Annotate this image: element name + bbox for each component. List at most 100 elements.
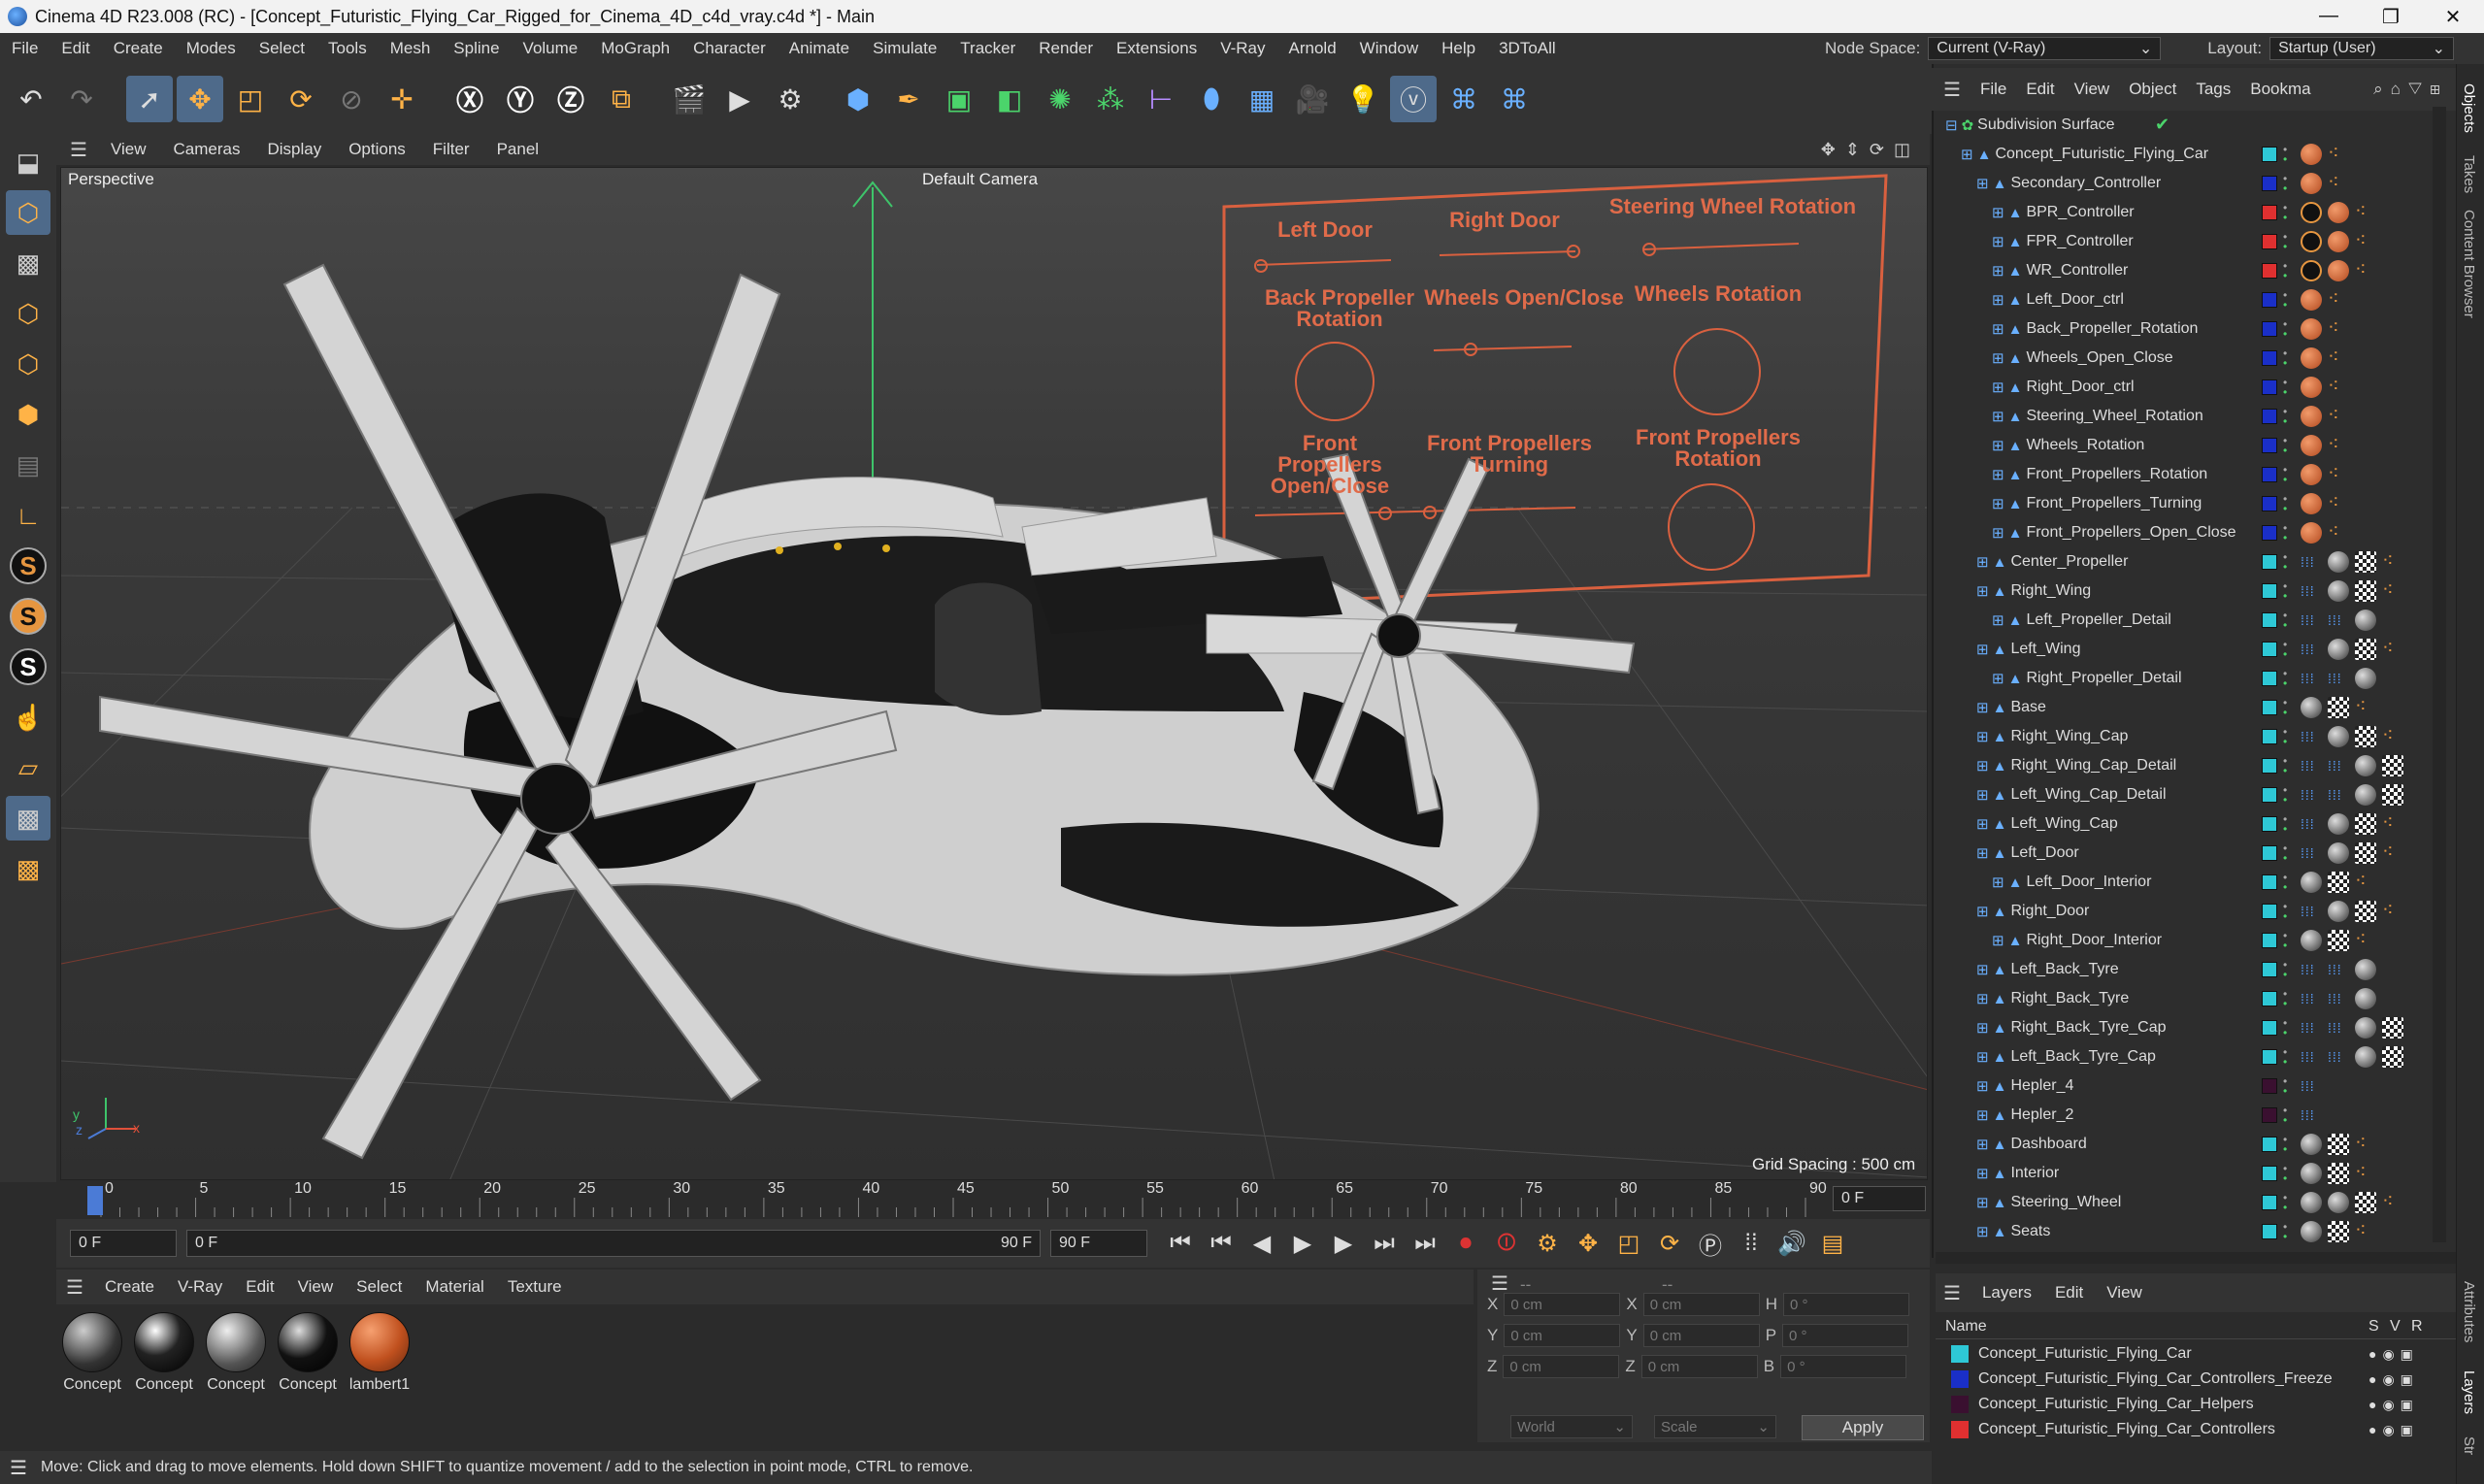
selection-tag-icon[interactable]: ⁖: [2382, 580, 2403, 602]
layer-color-swatch[interactable]: [2262, 379, 2277, 395]
visibility-dots-icon[interactable]: • •: [2283, 1075, 2293, 1097]
material-tag-icon[interactable]: [2301, 493, 2322, 514]
object-row[interactable]: ⊞ ▲ Wheels_Open_Close • • ⁖: [1936, 344, 2450, 373]
layer-color-swatch[interactable]: [2262, 554, 2277, 570]
layer-color-swatch[interactable]: [2262, 525, 2277, 541]
object-row[interactable]: ⊞ ▲ Right_Wing_Cap_Detail • • ⁞⁞⁞ ⁞⁞⁞: [1936, 751, 2450, 780]
hamburger-icon[interactable]: ☰: [56, 138, 97, 162]
edge-mode-icon[interactable]: ⬡: [6, 342, 50, 386]
viewport-menu-panel[interactable]: Panel: [483, 140, 552, 159]
uvw-tag-icon[interactable]: [2355, 813, 2376, 835]
phong-tag-icon[interactable]: ⁞⁞⁞: [2301, 580, 2322, 602]
material-tag-icon[interactable]: [2355, 668, 2376, 689]
layer-color-swatch[interactable]: [2262, 758, 2277, 774]
material-tag-icon[interactable]: [2301, 347, 2322, 369]
selection-tag-icon[interactable]: ⁖: [2328, 144, 2349, 165]
selection-tag-icon[interactable]: ⁖: [2355, 260, 2376, 281]
phong-tag-icon[interactable]: ⁞⁞⁞: [2328, 988, 2349, 1009]
material-tag-icon[interactable]: [2328, 202, 2349, 223]
layer-color-swatch[interactable]: [2262, 816, 2277, 832]
material-item[interactable]: Concept: [58, 1312, 126, 1394]
tree-branch-icon[interactable]: ⊞: [1992, 233, 2004, 250]
extrude-icon[interactable]: ◧: [986, 76, 1033, 122]
coordinate-system-icon[interactable]: ⧉: [598, 76, 645, 122]
uvw-tag-icon[interactable]: [2328, 697, 2349, 718]
selection-tag-icon[interactable]: ⁖: [2382, 901, 2403, 922]
apply-button[interactable]: Apply: [1802, 1415, 1924, 1440]
layer-menu-layers[interactable]: Layers: [1971, 1283, 2043, 1303]
tree-branch-icon[interactable]: ⊞: [1976, 757, 1989, 775]
layer-color-swatch[interactable]: [1951, 1421, 1969, 1438]
menu-3dtoall[interactable]: 3DToAll: [1487, 39, 1568, 58]
selection-tag-icon[interactable]: ⁖: [2355, 872, 2376, 893]
menu-volume[interactable]: Volume: [512, 39, 590, 58]
camera-icon[interactable]: 🎥: [1289, 76, 1336, 122]
menu-character[interactable]: Character: [681, 39, 778, 58]
selection-tag-icon[interactable]: ⁖: [2355, 1134, 2376, 1155]
phong-tag-icon[interactable]: ⁞⁞⁞: [2301, 901, 2322, 922]
menu-edit[interactable]: Edit: [50, 39, 101, 58]
tab-layers[interactable]: Layers: [2461, 1370, 2477, 1414]
visibility-dots-icon[interactable]: • •: [2283, 610, 2293, 631]
visibility-dots-icon[interactable]: • •: [2283, 639, 2293, 660]
visibility-dots-icon[interactable]: • •: [2283, 726, 2293, 747]
tree-branch-icon[interactable]: ⊞: [1976, 990, 1989, 1007]
tab-takes[interactable]: Takes: [2461, 155, 2477, 193]
material-tag-icon[interactable]: [2328, 551, 2349, 573]
selection-tag-icon[interactable]: ⁖: [2328, 289, 2349, 311]
previous-key-icon[interactable]: ⏮: [1204, 1226, 1239, 1261]
visibility-dots-icon[interactable]: • •: [2283, 1192, 2293, 1213]
menu-mograph[interactable]: MoGraph: [589, 39, 681, 58]
visibility-dots-icon[interactable]: • •: [2283, 1046, 2293, 1068]
phong-tag-icon[interactable]: ⁞⁞⁞: [2301, 784, 2322, 806]
sound-icon[interactable]: 🔊: [1774, 1226, 1809, 1261]
x-axis-icon[interactable]: Ⓧ: [447, 76, 493, 122]
phong-tag-icon[interactable]: ⁞⁞⁞: [2328, 784, 2349, 806]
uvw-tag-icon[interactable]: [2355, 580, 2376, 602]
uvw-tag-icon[interactable]: [2355, 639, 2376, 660]
end-frame-field[interactable]: 90 F: [1050, 1230, 1147, 1257]
tree-branch-icon[interactable]: ⊞: [1976, 641, 1989, 658]
size-y-field[interactable]: 0 cm: [1642, 1324, 1760, 1347]
visibility-dots-icon[interactable]: • •: [2283, 464, 2293, 485]
keyframe-selection-icon[interactable]: ⚙: [1530, 1226, 1565, 1261]
tree-branch-icon[interactable]: ⊞: [1992, 379, 2004, 396]
phong-tag-icon[interactable]: ⁞⁞⁞: [2301, 639, 2322, 660]
menu-simulate[interactable]: Simulate: [861, 39, 948, 58]
obj-menu-view[interactable]: View: [2065, 80, 2120, 99]
layer-color-swatch[interactable]: [2262, 467, 2277, 482]
layer-color-swatch[interactable]: [2262, 642, 2277, 657]
phong-tag-icon[interactable]: ⁞⁞⁞: [2301, 1046, 2322, 1068]
tree-branch-icon[interactable]: ⊞: [1992, 262, 2004, 280]
layer-color-swatch[interactable]: [2262, 1195, 2277, 1210]
material-tag-icon[interactable]: [2328, 639, 2349, 660]
tree-branch-icon[interactable]: ⊞: [1976, 1165, 1989, 1182]
go-to-end-icon[interactable]: ⏭: [1408, 1226, 1442, 1261]
position-x-field[interactable]: 0 cm: [1504, 1293, 1621, 1316]
layer-toggle-icons[interactable]: ●◉▣: [2368, 1371, 2419, 1388]
key-rotation-icon[interactable]: ⟳: [1652, 1226, 1687, 1261]
mat-menu-texture[interactable]: Texture: [496, 1277, 574, 1297]
hamburger-icon[interactable]: ☰: [1936, 1281, 1971, 1305]
point-mode-icon[interactable]: ⬡: [6, 291, 50, 336]
object-row[interactable]: ⊞ ▲ FPR_Controller • • ⁖: [1936, 227, 2450, 256]
minimize-icon[interactable]: —: [2298, 5, 2360, 29]
key-param-icon[interactable]: Ⓟ: [1693, 1226, 1728, 1261]
material-tag-icon[interactable]: [2355, 959, 2376, 980]
next-frame-icon[interactable]: ▶: [1326, 1226, 1361, 1261]
object-row[interactable]: ⊞ ▲ Right_Door • • ⁞⁞⁞ ⁖: [1936, 897, 2450, 926]
material-tag-icon[interactable]: [2301, 144, 2322, 165]
menu-spline[interactable]: Spline: [442, 39, 511, 58]
phong-tag-icon[interactable]: ⁞⁞⁞: [2301, 842, 2322, 864]
polygon-mode-icon[interactable]: ⬢: [6, 392, 50, 437]
object-row[interactable]: ⊞ ▲ Left_Wing_Cap_Detail • • ⁞⁞⁞ ⁞⁞⁞: [1936, 780, 2450, 809]
mat-menu-material[interactable]: Material: [414, 1277, 495, 1297]
visibility-dots-icon[interactable]: • •: [2283, 580, 2293, 602]
object-row[interactable]: ⊞ ▲ Dashboard • • ⁖: [1936, 1130, 2450, 1159]
visibility-dots-icon[interactable]: • •: [2283, 318, 2293, 340]
tree-branch-icon[interactable]: ⊞: [1976, 1194, 1989, 1211]
y-axis-icon[interactable]: Ⓨ: [497, 76, 544, 122]
selection-tag-icon[interactable]: ⁖: [2328, 173, 2349, 194]
tree-branch-icon[interactable]: ⊞: [1992, 495, 2004, 512]
size-x-field[interactable]: 0 cm: [1642, 1293, 1760, 1316]
